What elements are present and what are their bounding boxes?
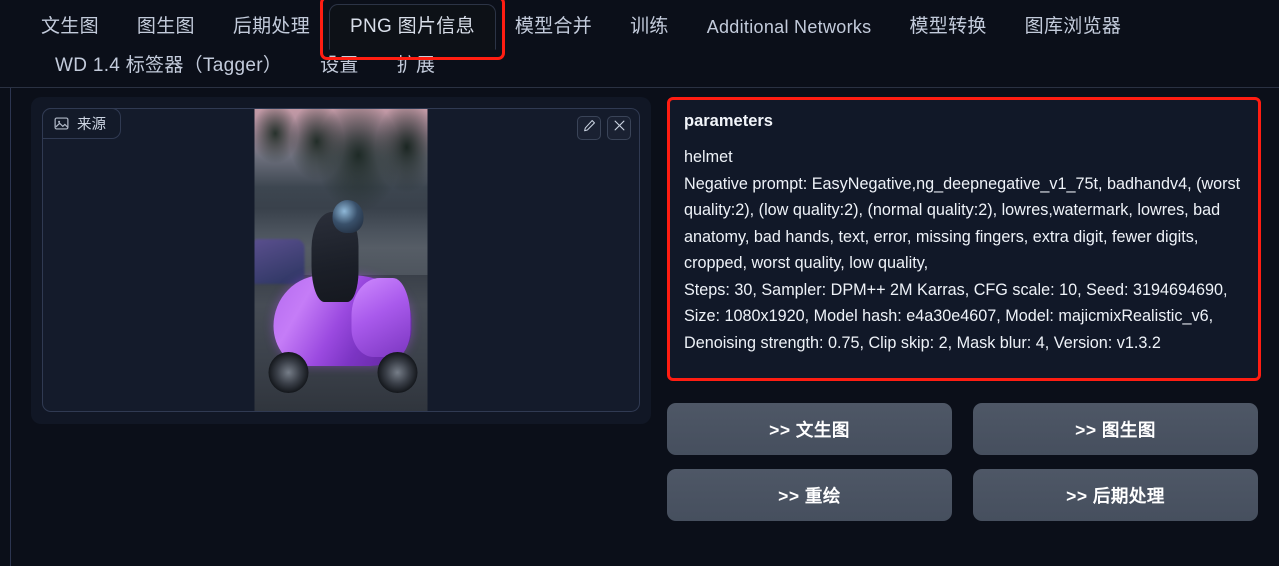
send-to-buttons: >> 文生图 >> 图生图 >> 重绘 >> 后期处理 [667, 403, 1264, 521]
image-tool-buttons [577, 116, 631, 140]
info-panel: parameters helmet Negative prompt: EasyN… [667, 97, 1264, 521]
tab-train[interactable]: 训练 [611, 7, 688, 47]
tab-txt2img[interactable]: 文生图 [22, 7, 118, 47]
app-root: 文生图 图生图 后期处理 PNG 图片信息 模型合并 训练 Additional… [0, 0, 1279, 566]
image-dropzone[interactable]: 来源 [42, 108, 640, 412]
send-to-img2img-button[interactable]: >> 图生图 [973, 403, 1258, 455]
tab-img2img[interactable]: 图生图 [118, 7, 214, 47]
tab-png-info-wrapper: PNG 图片信息 [320, 0, 505, 61]
tab-bar: 文生图 图生图 后期处理 PNG 图片信息 模型合并 训练 Additional… [0, 0, 1279, 88]
parameters-text: helmet Negative prompt: EasyNegative,ng_… [684, 148, 1241, 352]
image-helmet [332, 199, 364, 233]
close-image-button[interactable] [607, 116, 631, 140]
send-to-txt2img-button[interactable]: >> 文生图 [667, 403, 952, 455]
image-panel: 来源 [31, 97, 651, 424]
source-image[interactable] [254, 109, 428, 411]
image-front-wheel [377, 352, 418, 393]
tab-checkpoint-merger[interactable]: 模型合并 [496, 7, 611, 47]
tab-settings[interactable]: 设置 [301, 46, 378, 86]
tab-png-info[interactable]: PNG 图片信息 [329, 3, 496, 51]
pencil-icon [583, 119, 596, 137]
close-icon [613, 119, 626, 137]
source-tab-label: 来源 [77, 117, 106, 133]
parameters-box[interactable]: parameters helmet Negative prompt: EasyN… [667, 97, 1261, 381]
image-rear-wheel [268, 352, 309, 393]
tab-row-secondary: WD 1.4 标签器（Tagger） 设置 扩展 [22, 48, 1279, 84]
image-motorcycle-fairing [351, 278, 411, 357]
content-area: 来源 parameters helmet Negative prompt: Ea… [10, 88, 1279, 566]
source-tab[interactable]: 来源 [42, 108, 121, 139]
edit-image-button[interactable] [577, 116, 601, 140]
tab-extras[interactable]: 后期处理 [214, 7, 329, 47]
image-car-layer [254, 238, 305, 285]
tab-extensions[interactable]: 扩展 [378, 46, 455, 86]
tab-additional-networks[interactable]: Additional Networks [688, 8, 891, 46]
send-to-inpaint-button[interactable]: >> 重绘 [667, 469, 952, 521]
image-icon [54, 116, 69, 131]
tab-wd14-tagger[interactable]: WD 1.4 标签器（Tagger） [36, 46, 301, 86]
tab-image-browser[interactable]: 图库浏览器 [1006, 7, 1141, 47]
tab-model-converter[interactable]: 模型转换 [890, 7, 1005, 47]
parameters-title: parameters [684, 112, 773, 130]
send-to-extras-button[interactable]: >> 后期处理 [973, 469, 1258, 521]
tab-row-primary: 文生图 图生图 后期处理 PNG 图片信息 模型合并 训练 Additional… [22, 0, 1279, 61]
